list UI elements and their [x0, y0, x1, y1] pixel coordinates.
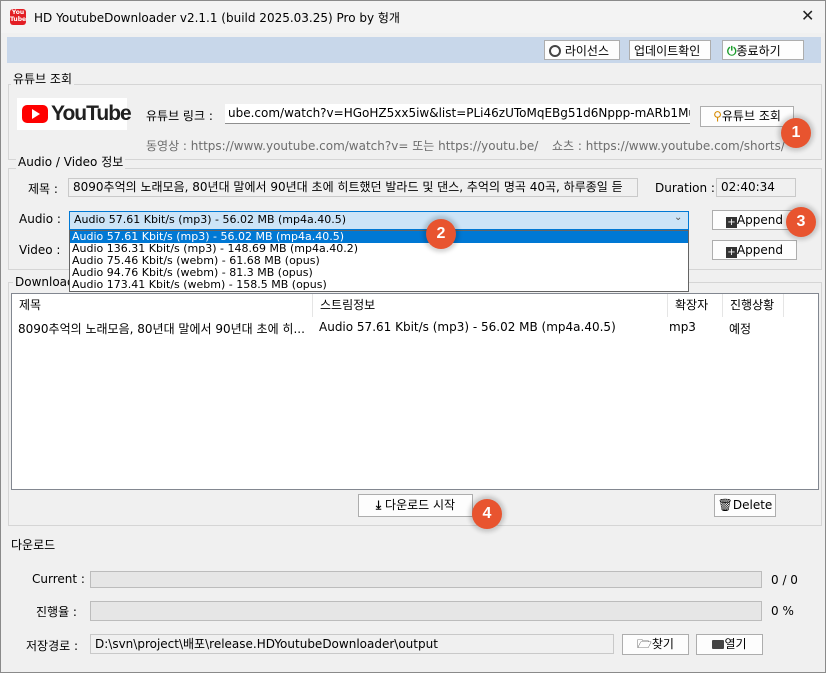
app-icon: You Tube — [10, 9, 26, 25]
download-list[interactable]: 제목 스트림정보 확장자 진행상황 8090추억의 노래모음, 80년대 말에서… — [11, 293, 819, 490]
video-append-label: Append — [736, 243, 784, 257]
window-title: HD YoutubeDownloader v2.1.1 (build 2025.… — [34, 11, 400, 25]
search-button[interactable]: ⚲유튜브 조회 — [700, 106, 794, 127]
row-ext: mp3 — [669, 320, 696, 334]
start-download-label: 다운로드 시작 — [385, 498, 456, 512]
save-path-label: 저장경로 : — [26, 639, 79, 653]
overall-progress-bar — [90, 601, 762, 621]
audio-dropdown-list: Audio 57.61 Kbit/s (mp3) - 56.02 MB (mp4… — [69, 230, 689, 292]
audio-option[interactable]: Audio 75.46 Kbit/s (webm) - 61.68 MB (op… — [70, 255, 688, 267]
av-group-title: Audio / Video 정보 — [16, 153, 126, 170]
folder-open-icon: 🗁 — [637, 637, 652, 651]
audio-append-button[interactable]: +Append — [712, 210, 797, 230]
update-check-button[interactable]: 업데이트확인 — [629, 40, 711, 60]
audio-option[interactable]: Audio 173.41 Kbit/s (webm) - 158.5 MB (o… — [70, 279, 688, 291]
trash-icon: 🗑 — [717, 498, 733, 512]
callout-badge-2: 2 — [426, 219, 456, 249]
video-url-hint: 동영상 : https://www.youtube.com/watch?v= 또… — [146, 139, 539, 153]
folder-icon — [712, 640, 725, 649]
title-bar: You Tube HD YoutubeDownloader v2.1.1 (bu… — [1, 1, 825, 33]
exit-label: 종료하기 — [736, 44, 781, 58]
callout-badge-1: 1 — [781, 118, 811, 148]
youtube-logo: YouTube — [17, 98, 132, 130]
column-header-ext[interactable]: 확장자 — [668, 294, 723, 317]
title-label: 제목 : — [28, 182, 58, 196]
start-download-button[interactable]: ⤓ 다운로드 시작 — [358, 494, 473, 517]
progress-label: 진행율 : — [36, 605, 77, 619]
close-icon[interactable]: ✕ — [801, 6, 814, 25]
audio-option[interactable]: Audio 94.76 Kbit/s (webm) - 81.3 MB (opu… — [70, 267, 688, 279]
row-stream: Audio 57.61 Kbit/s (mp3) - 56.02 MB (mp4… — [319, 320, 616, 334]
audio-append-label: Append — [736, 213, 784, 227]
video-append-button[interactable]: +Append — [712, 240, 797, 260]
delete-button[interactable]: 🗑Delete — [714, 494, 776, 517]
callout-badge-4: 4 — [472, 499, 502, 529]
audio-select[interactable]: Audio 57.61 Kbit/s (mp3) - 56.02 MB (mp4… — [69, 211, 689, 230]
exit-button[interactable]: ⏻종료하기 — [722, 40, 804, 60]
youtube-logo-text: YouTube — [51, 102, 132, 125]
open-folder-label: 열기 — [724, 637, 747, 651]
column-header-title[interactable]: 제목 — [12, 294, 313, 317]
award-icon — [549, 45, 561, 57]
current-value: 0 / 0 — [771, 573, 798, 587]
row-title: 8090추억의 노래모음, 80년대 말에서 90년대 초에 히... — [18, 322, 305, 336]
plus-icon: + — [725, 217, 737, 228]
link-label: 유튜브 링크 : — [146, 109, 213, 123]
progress-value: 0 % — [771, 604, 794, 618]
row-status: 예정 — [729, 322, 752, 336]
app-icon-label: You Tube — [10, 9, 27, 23]
chevron-down-icon[interactable]: ⌄ — [674, 212, 682, 223]
update-check-label: 업데이트확인 — [634, 44, 701, 58]
download-panel-title: 다운로드 — [11, 538, 56, 552]
find-folder-label: 찾기 — [651, 637, 674, 651]
plus-icon: + — [725, 247, 737, 258]
download-group-title: Download — [13, 275, 77, 289]
column-header-status[interactable]: 진행상황 — [723, 294, 784, 317]
duration-label: Duration : — [655, 181, 715, 195]
duration-field: 02:40:34 — [716, 178, 796, 197]
current-progress-bar — [90, 571, 762, 588]
save-path-field[interactable]: D:\svn\project\배포\release.HDYoutubeDownl… — [90, 634, 614, 654]
current-label: Current : — [32, 572, 85, 586]
download-icon: ⤓ — [375, 498, 382, 512]
license-button[interactable]: 라이선스 — [544, 40, 620, 60]
link-input[interactable]: ube.com/watch?v=HGoHZ5xx5iw&list=PLi46zU… — [225, 104, 690, 124]
audio-label: Audio : — [19, 212, 61, 226]
search-button-label: 유튜브 조회 — [721, 109, 781, 123]
audio-option[interactable]: Audio 136.31 Kbit/s (mp3) - 148.69 MB (m… — [70, 243, 688, 255]
column-header-stream[interactable]: 스트림정보 — [313, 294, 668, 317]
shorts-url-hint: 쇼츠 : https://www.youtube.com/shorts/ — [552, 139, 785, 153]
find-folder-button[interactable]: 🗁찾기 — [622, 634, 689, 655]
video-label: Video : — [19, 243, 61, 257]
main-window: You Tube HD YoutubeDownloader v2.1.1 (bu… — [0, 0, 826, 673]
open-folder-button[interactable]: 열기 — [696, 634, 763, 655]
lookup-group-title: 유튜브 조회 — [11, 70, 75, 87]
callout-badge-3: 3 — [786, 207, 816, 237]
audio-select-value: Audio 57.61 Kbit/s (mp3) - 56.02 MB (mp4… — [74, 213, 347, 226]
audio-option[interactable]: Audio 57.61 Kbit/s (mp3) - 56.02 MB (mp4… — [70, 231, 688, 243]
title-field: 8090추억의 노래모음, 80년대 말에서 90년대 초에 히트했던 발라드 … — [68, 178, 638, 197]
youtube-play-icon — [22, 105, 48, 123]
power-icon: ⏻ — [727, 44, 737, 58]
delete-label: Delete — [732, 498, 773, 512]
search-icon: ⚲ — [713, 109, 722, 123]
license-label: 라이선스 — [564, 44, 609, 58]
